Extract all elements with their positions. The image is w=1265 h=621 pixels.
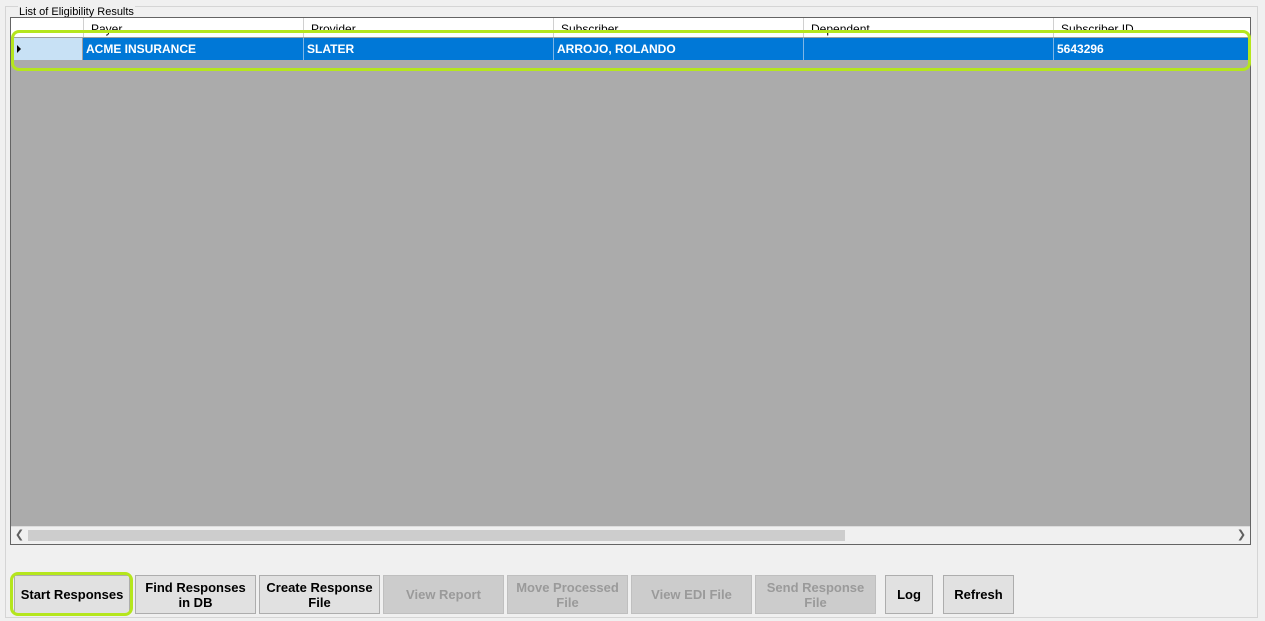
move-processed-label-line2: File: [556, 594, 579, 610]
cell-dependent[interactable]: [803, 38, 1053, 60]
row-selector[interactable]: [11, 38, 83, 60]
move-processed-label-line1: Move Processed: [516, 579, 619, 595]
cell-subscriber-id[interactable]: 5643296: [1053, 38, 1250, 60]
cell-subscriber[interactable]: ARROJO, ROLANDO: [553, 38, 803, 60]
send-response-label-line2: File: [804, 594, 827, 610]
log-label: Log: [897, 587, 921, 602]
create-response-label-line2: File: [308, 594, 331, 610]
view-edi-file-button[interactable]: View EDI File: [631, 575, 752, 614]
view-report-label: View Report: [406, 587, 481, 602]
cell-provider[interactable]: SLATER: [303, 38, 553, 60]
column-header-provider[interactable]: Provider: [303, 18, 553, 37]
send-response-label-line1: Send Response: [766, 579, 865, 595]
column-header-dependent[interactable]: Dependent: [803, 18, 1053, 37]
create-response-label-line1: Create Response: [266, 579, 373, 595]
refresh-label: Refresh: [954, 587, 1003, 602]
column-header-subscriber[interactable]: Subscriber: [553, 18, 803, 37]
start-responses-label: Start Responses: [20, 587, 124, 602]
start-responses-button[interactable]: Start Responses: [14, 575, 130, 614]
find-responses-label-line2: in DB: [178, 594, 213, 610]
scroll-thumb[interactable]: [28, 530, 845, 541]
scroll-right-icon[interactable]: ❯: [1233, 527, 1250, 544]
move-processed-file-button[interactable]: Move Processed File: [507, 575, 628, 614]
grid-header: Payer Provider Subscriber Dependent Subs…: [11, 18, 1250, 38]
row-header-corner: [11, 18, 83, 37]
scroll-left-icon[interactable]: ❮: [11, 527, 28, 544]
find-responses-label-line1: Find Responses: [145, 579, 246, 595]
eligibility-results-grid[interactable]: Payer Provider Subscriber Dependent Subs…: [10, 17, 1251, 545]
column-header-payer[interactable]: Payer: [83, 18, 303, 37]
horizontal-scrollbar[interactable]: ❮ ❯: [11, 526, 1250, 544]
find-responses-button[interactable]: Find Responses in DB: [135, 575, 256, 614]
view-report-button[interactable]: View Report: [383, 575, 504, 614]
create-response-file-button[interactable]: Create Response File: [259, 575, 380, 614]
column-header-subscriber-id[interactable]: Subscriber ID: [1053, 18, 1250, 37]
table-row[interactable]: ACME INSURANCE SLATER ARROJO, ROLANDO 56…: [11, 38, 1250, 60]
send-response-file-button[interactable]: Send Response File: [755, 575, 876, 614]
current-row-arrow-icon: [17, 45, 21, 53]
log-button[interactable]: Log: [885, 575, 933, 614]
view-edi-file-label: View EDI File: [651, 587, 732, 602]
refresh-button[interactable]: Refresh: [943, 575, 1014, 614]
cell-payer[interactable]: ACME INSURANCE: [83, 38, 303, 60]
